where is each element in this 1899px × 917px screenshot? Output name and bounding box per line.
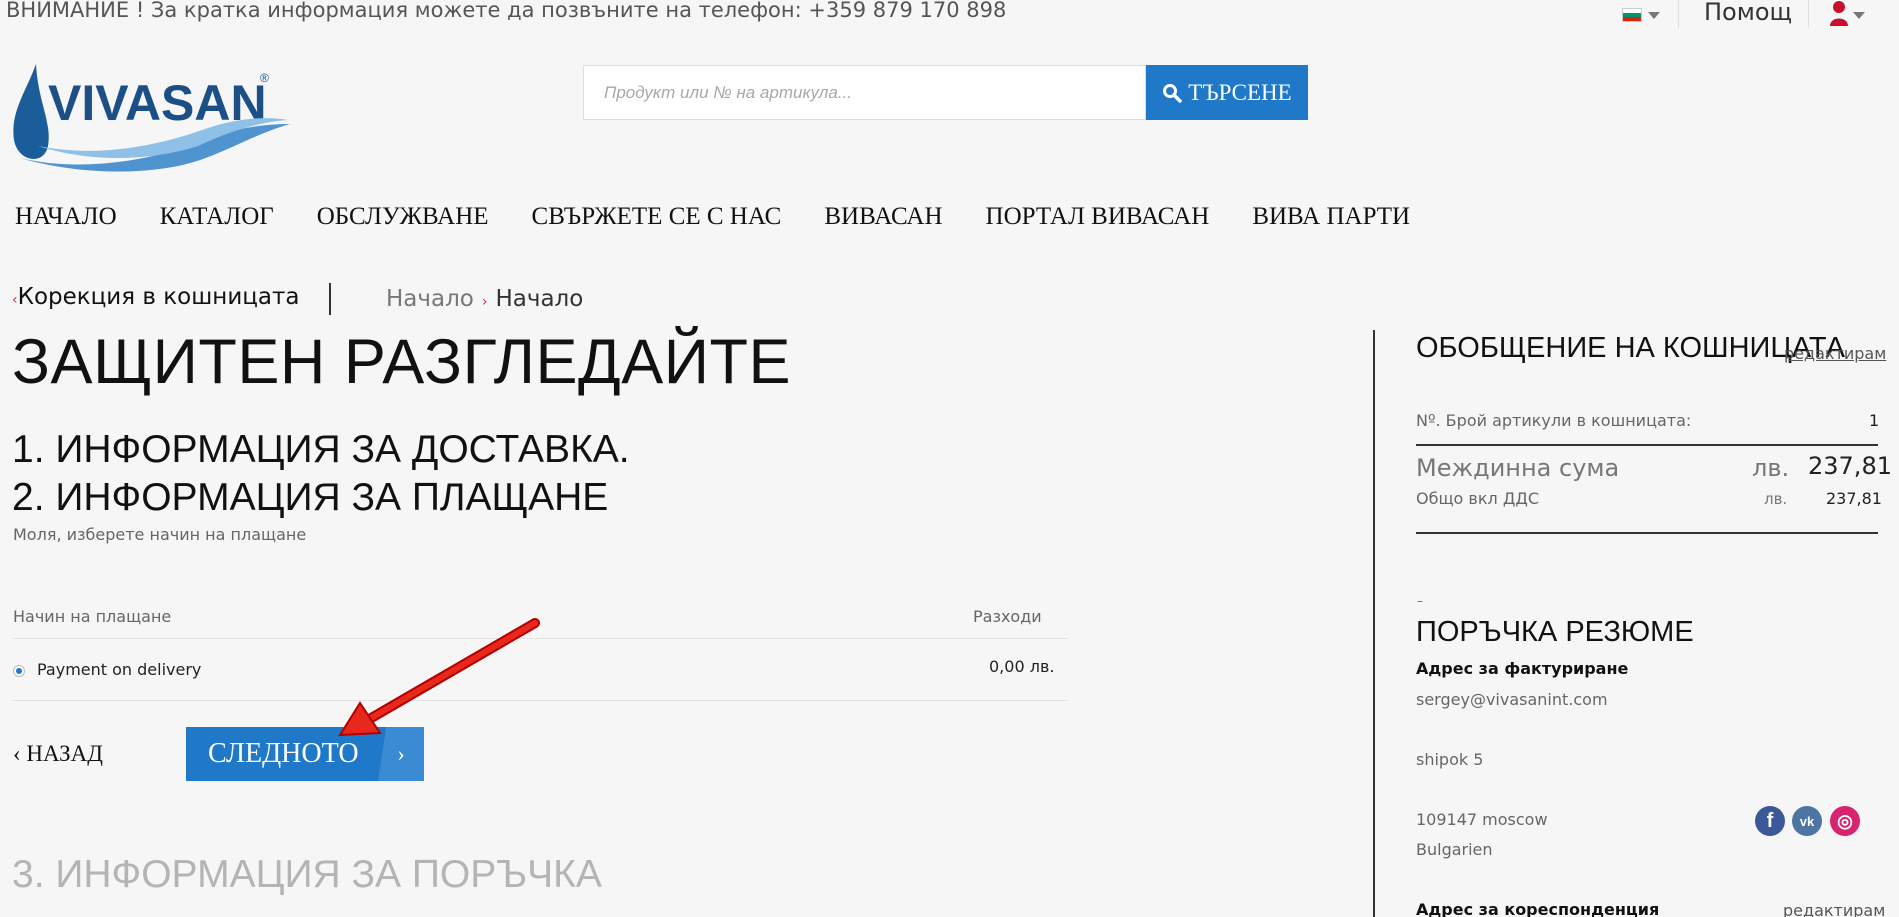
- billing-street: shipok 5: [1416, 750, 1484, 769]
- notice-text: ВНИМАНИЕ ! За кратка информация можете д…: [6, 0, 1007, 22]
- back-to-cart-label: Корекция в кошницата: [17, 284, 300, 310]
- billing-email: sergey@vivasanint.com: [1416, 690, 1608, 709]
- red-arrow-annotation: [338, 618, 540, 737]
- nav-item-service[interactable]: ОБСЛУЖВАНЕ: [317, 203, 489, 231]
- total-vat-value: 237,81: [1826, 489, 1882, 508]
- account-chevron-down-icon[interactable]: [1853, 12, 1865, 19]
- help-link[interactable]: Помощ: [1704, 0, 1792, 26]
- language-chevron-down-icon[interactable]: [1648, 12, 1660, 19]
- subtotal-currency: лв.: [1752, 454, 1790, 482]
- page-title: ЗАЩИТЕН РАЗГЛЕДАЙТЕ: [12, 327, 792, 397]
- back-button[interactable]: ‹ НАЗАД: [13, 741, 103, 767]
- cart-edit-link[interactable]: редактирам: [1784, 344, 1886, 363]
- chevron-right-icon: ›: [481, 294, 488, 310]
- nav-item-home[interactable]: НАЧАЛО: [15, 203, 117, 231]
- nav-item-catalog[interactable]: КАТАЛОГ: [160, 203, 274, 231]
- payment-radio[interactable]: [13, 665, 25, 677]
- breadcrumb: Начало › Начало: [386, 286, 583, 312]
- nav-item-portal[interactable]: ПОРТАЛ ВИВАСАН: [986, 203, 1210, 231]
- payment-hint: Моля, изберете начин на плащане: [13, 525, 307, 544]
- topbar-divider: [1808, 0, 1809, 28]
- search-button-label: ТЪРСЕНЕ: [1188, 79, 1292, 105]
- order-summary-dash: –: [1417, 594, 1423, 608]
- vivasan-logo[interactable]: VIVASAN ®: [8, 62, 298, 172]
- search-button[interactable]: ТЪРСЕНЕ: [1146, 65, 1308, 120]
- subtotal-label: Междинна сума: [1416, 454, 1620, 482]
- item-count-label: Nº. Брой артикули в кошницата:: [1416, 411, 1692, 430]
- payment-method-label[interactable]: Payment on delivery: [37, 660, 201, 679]
- column-header-cost: Разходи: [973, 607, 1042, 626]
- breadcrumb-item-current: Начало: [495, 286, 584, 312]
- facebook-icon[interactable]: f: [1755, 806, 1785, 836]
- nav-item-viva-party[interactable]: ВИВА ПАРТИ: [1252, 203, 1410, 231]
- step-order-heading: 3. ИНФОРМАЦИЯ ЗА ПОРЪЧКА: [12, 853, 602, 896]
- main-nav: НАЧАЛО КАТАЛОГ ОБСЛУЖВАНЕ СВЪРЖЕТЕ СЕ С …: [15, 203, 1453, 231]
- breadcrumb-item-home[interactable]: Начало: [386, 286, 474, 312]
- back-button-label: НАЗАД: [26, 741, 103, 766]
- user-icon[interactable]: [1829, 0, 1849, 26]
- nav-item-contact[interactable]: СВЪРЖЕТЕ СЕ С НАС: [532, 203, 782, 231]
- search-icon: [1163, 83, 1183, 103]
- total-vat-currency: лв.: [1764, 490, 1788, 508]
- column-divider: [1373, 330, 1375, 917]
- vk-icon[interactable]: vk: [1792, 806, 1822, 836]
- summary-divider: [1416, 444, 1878, 446]
- next-button-label: СЛЕДНОТО: [208, 738, 359, 769]
- correspondence-edit-link[interactable]: редактирам: [1783, 901, 1885, 917]
- step-delivery-heading[interactable]: 1. ИНФОРМАЦИЯ ЗА ДОСТАВКА.: [12, 428, 630, 472]
- cart-summary-title: ОБОБЩЕНИЕ НА КОШНИЦАТА: [1416, 332, 1846, 364]
- subtotal-value: 237,81: [1808, 452, 1892, 480]
- billing-city: 109147 moscow: [1416, 810, 1548, 829]
- topbar-divider: [1678, 0, 1679, 28]
- search-input[interactable]: [583, 65, 1146, 120]
- bulgaria-flag-icon[interactable]: [1622, 8, 1642, 22]
- registered-mark: ®: [260, 71, 269, 85]
- total-vat-label: Общо вкл ДДС: [1416, 489, 1539, 508]
- item-count-value: 1: [1869, 411, 1880, 430]
- step-payment-heading: 2. ИНФОРМАЦИЯ ЗА ПЛАЩАНЕ: [12, 476, 609, 519]
- correspondence-address-title: Адрес за кореспонденция: [1416, 900, 1660, 917]
- order-summary-title: ПОРЪЧКА РЕЗЮМЕ: [1416, 616, 1694, 648]
- breadcrumb-divider: [329, 283, 331, 315]
- column-header-method: Начин на плащане: [13, 607, 172, 626]
- billing-country: Bulgarien: [1416, 840, 1493, 859]
- nav-item-vivasan[interactable]: ВИВАСАН: [824, 203, 942, 231]
- chevron-left-icon: ‹: [13, 741, 27, 766]
- summary-divider: [1416, 532, 1878, 534]
- back-to-cart-link[interactable]: ‹Корекция в кошницата: [12, 284, 300, 310]
- instagram-icon[interactable]: ◎: [1830, 806, 1860, 836]
- billing-address-title: Адрес за фактуриране: [1416, 659, 1629, 678]
- payment-cost: 0,00 лв.: [989, 657, 1055, 676]
